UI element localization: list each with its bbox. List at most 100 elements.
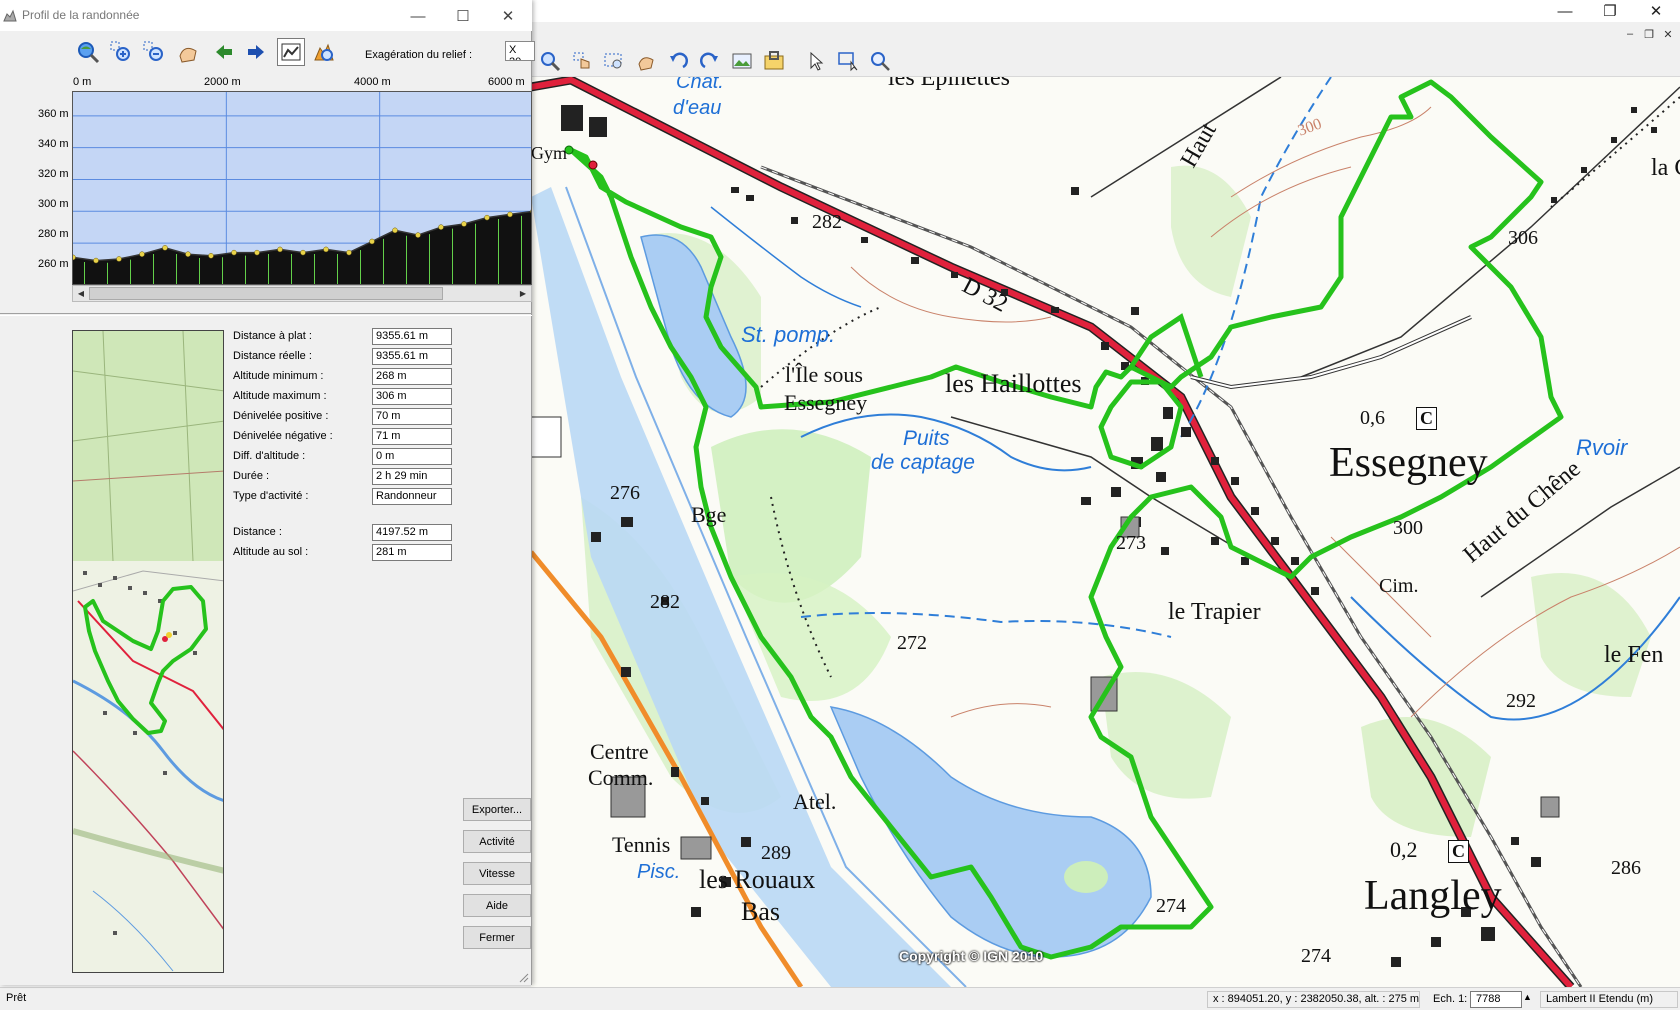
dialog-title: Profil de la randonnée xyxy=(22,8,140,22)
arrow-right-icon[interactable] xyxy=(242,38,270,66)
overview-map[interactable] xyxy=(72,330,224,973)
map-label-comm: Comm. xyxy=(588,765,654,790)
map-label-ile: l'Île sous xyxy=(785,362,863,387)
app-minimize-button[interactable]: — xyxy=(1543,0,1587,22)
status-coordinates: x : 894051.20, y : 2382050.38, alt. : 27… xyxy=(1207,991,1420,1008)
map-label-trapier: le Trapier xyxy=(1168,599,1261,625)
map-label-alt-274a: 274 xyxy=(1156,895,1186,917)
zoom-in-profile-icon[interactable] xyxy=(107,38,135,66)
map-label-langley: Langley xyxy=(1364,873,1502,919)
dialog-minimize-button[interactable]: — xyxy=(398,5,438,27)
status-scale-label: Ech. 1: xyxy=(1433,993,1468,1005)
y-tick-label: 280 m xyxy=(38,228,69,240)
scroll-thumb[interactable] xyxy=(89,287,443,300)
map-label-chateau-eau-2: d'eau xyxy=(673,97,722,119)
mdi-restore-button[interactable]: ❐ xyxy=(1640,26,1658,42)
speed-button[interactable]: Vitesse xyxy=(463,862,531,885)
close-dialog-button[interactable]: Fermer xyxy=(463,926,531,949)
y-tick-label: 320 m xyxy=(38,168,69,180)
profile-point xyxy=(162,245,168,251)
export-button[interactable]: Exporter... xyxy=(463,798,531,821)
map-label-c2: C xyxy=(1448,840,1469,863)
map-label-cim: Cim. xyxy=(1379,575,1419,597)
app-restore-button[interactable]: ❐ xyxy=(1588,0,1632,22)
lock-layer-icon[interactable] xyxy=(761,48,787,74)
map-label-chateau-eau: Chât. xyxy=(676,77,724,93)
stat-label-altitude-diff: Diff. d'altitude : xyxy=(233,450,306,462)
elevation-profile-chart[interactable] xyxy=(72,91,532,285)
profile-dialog: Profil de la randonnée — ☐ ✕ Exagération… xyxy=(0,0,535,985)
app-close-button[interactable]: ✕ xyxy=(1634,0,1678,22)
profile-scrollbar[interactable]: ◀ ▶ xyxy=(72,285,532,302)
scale-input[interactable]: 7788 xyxy=(1470,991,1522,1008)
redo-icon[interactable] xyxy=(697,48,723,74)
hand-select-icon[interactable] xyxy=(569,48,595,74)
x-tick-label: 2000 m xyxy=(204,76,241,88)
map-label-alt-06: 0,6 xyxy=(1360,407,1385,429)
help-button[interactable]: Aide xyxy=(463,894,531,917)
map-label-alt-276: 276 xyxy=(610,482,640,504)
profile-point xyxy=(507,211,513,218)
activity-button[interactable]: Activité xyxy=(463,830,531,853)
stat-value-altitude-diff: 0 m xyxy=(372,448,452,465)
map-label-alt-286: 286 xyxy=(1611,857,1641,879)
map-label-essegney: Essegney xyxy=(1329,440,1488,486)
y-tick-label: 300 m xyxy=(38,198,69,210)
stat-label-altitude-max: Altitude maximum : xyxy=(233,390,327,402)
map-label-bge: Bge xyxy=(691,502,727,527)
map-label-la-c: la C xyxy=(1651,155,1680,181)
profile-point xyxy=(300,249,306,256)
dialog-close-button[interactable]: ✕ xyxy=(488,5,528,27)
map-label-epinettes: les Epinettes xyxy=(888,77,1010,91)
stat-label-cursor-distance: Distance : xyxy=(233,526,282,538)
zoom-tool-icon[interactable] xyxy=(867,48,893,74)
zoom-rect-icon[interactable] xyxy=(601,48,627,74)
profile-point xyxy=(93,257,99,264)
map-label-alt-282a: 282 xyxy=(812,211,842,233)
map-label-haillottes: les Haillottes xyxy=(945,369,1082,398)
topographic-map[interactable]: Chât. d'eau les Epinettes Gym 282 D 32 S… xyxy=(531,77,1680,987)
zoom-in-icon[interactable] xyxy=(537,48,563,74)
map-toolbar xyxy=(531,44,1680,77)
zoom-all-icon[interactable] xyxy=(74,38,102,66)
map-label-atel: Atel. xyxy=(793,789,837,814)
undo-icon[interactable] xyxy=(665,48,691,74)
stat-label-distance-real: Distance réelle : xyxy=(233,350,312,362)
stat-label-activity-type: Type d'activité : xyxy=(233,490,309,502)
mdi-minimize-button[interactable]: – xyxy=(1621,26,1639,42)
resize-grip-icon[interactable] xyxy=(517,971,529,983)
image-icon[interactable] xyxy=(729,48,755,74)
map-label-gym: Gym xyxy=(531,143,567,163)
dialog-maximize-button[interactable]: ☐ xyxy=(443,5,483,27)
status-projection[interactable]: Lambert II Etendu (m) xyxy=(1540,991,1678,1008)
exaggeration-input[interactable]: X 20 xyxy=(505,41,535,61)
map-label-c1: C xyxy=(1416,407,1437,430)
pointer-icon[interactable] xyxy=(803,48,829,74)
select-rect-icon[interactable] xyxy=(835,48,861,74)
map-label-pisc: Pisc. xyxy=(637,861,681,883)
dialog-titlebar[interactable]: Profil de la randonnée — ☐ ✕ xyxy=(0,0,532,31)
map-label-alt-292: 292 xyxy=(1506,690,1536,712)
profile-point xyxy=(323,246,329,253)
scroll-right-icon[interactable]: ▶ xyxy=(516,287,530,300)
panel-divider[interactable] xyxy=(0,313,532,316)
overview-map-graphics xyxy=(73,331,223,972)
map-label-centre: Centre xyxy=(590,739,649,764)
stat-label-distance-flat: Distance à plat : xyxy=(233,330,312,342)
profile-view-icon[interactable] xyxy=(277,38,305,66)
pan-profile-icon[interactable] xyxy=(175,38,203,66)
profile-point xyxy=(346,249,352,256)
scroll-left-icon[interactable]: ◀ xyxy=(74,287,88,300)
stat-value-cursor-distance: 4197.52 m xyxy=(372,524,452,541)
x-tick-label: 6000 m xyxy=(488,76,525,88)
zoom-out-profile-icon[interactable] xyxy=(140,38,168,66)
profile-point xyxy=(461,221,467,227)
arrow-left-icon[interactable] xyxy=(210,38,238,66)
profile-point xyxy=(484,214,490,221)
mdi-close-button[interactable]: ✕ xyxy=(1659,26,1677,42)
scale-spin-icon[interactable]: ▲ xyxy=(1523,992,1532,1002)
profile-settings-icon[interactable] xyxy=(310,38,338,66)
pan-icon[interactable] xyxy=(633,48,659,74)
profile-point xyxy=(415,232,421,238)
map-copyright: Copyright © IGN 2010 xyxy=(899,948,1044,964)
